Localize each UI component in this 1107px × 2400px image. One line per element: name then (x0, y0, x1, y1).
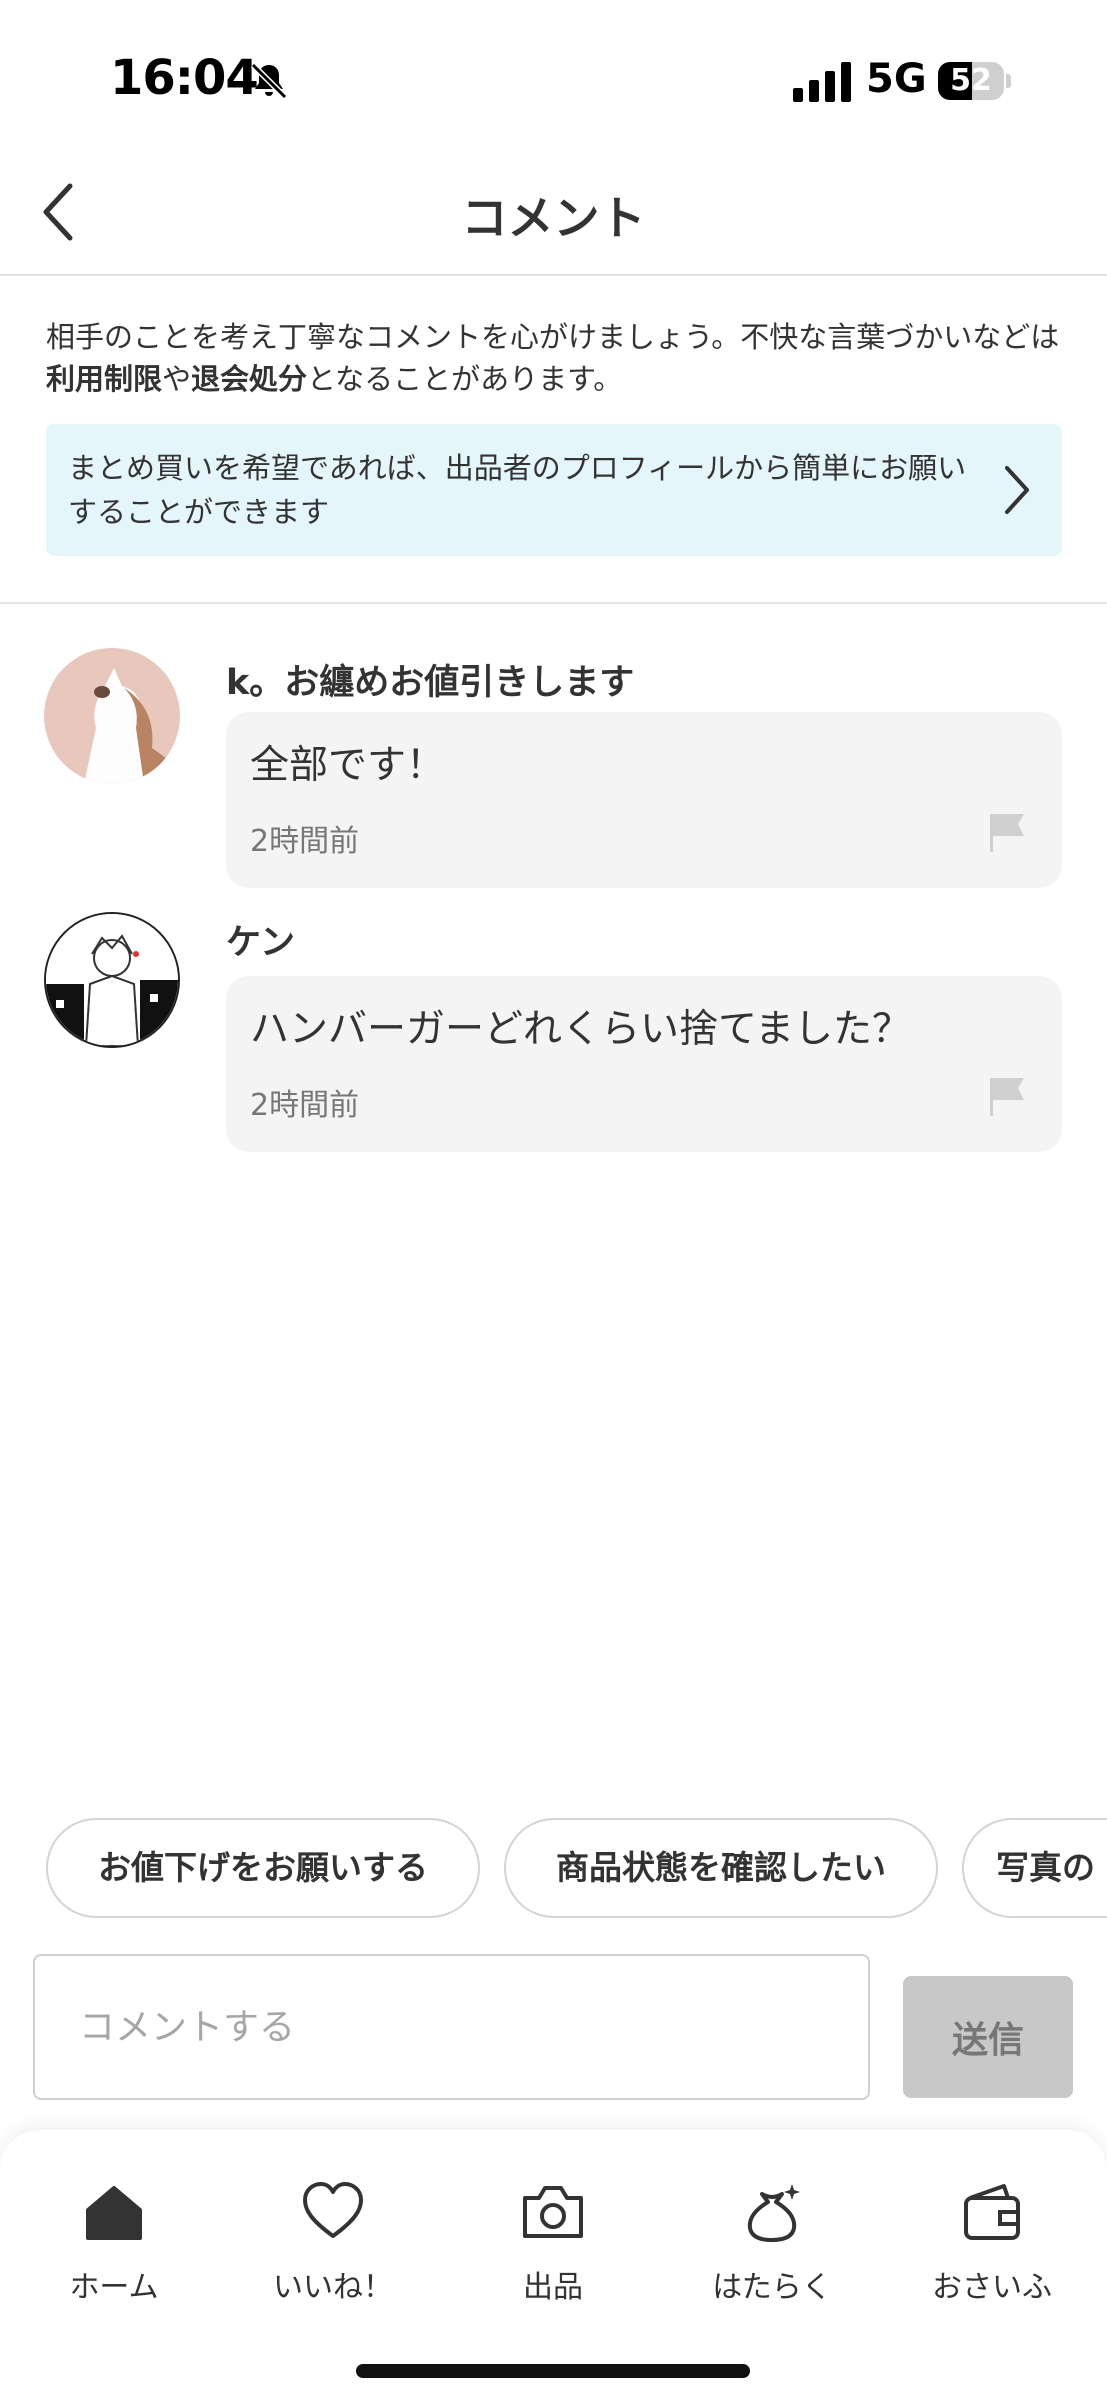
notice-bold-usage-restriction: 利用制限 (46, 362, 163, 396)
status-time: 16:04 (110, 50, 259, 106)
nav-label: 出品 (523, 2270, 583, 2305)
notice-text-2: や (162, 362, 192, 396)
notice-bold-withdrawal: 退会処分 (191, 362, 308, 396)
battery-percent: 52 (950, 63, 992, 98)
battery-icon: 52 (938, 62, 1011, 100)
notice-text-1: 相手のことを考え丁寧なコメントを心がけましょう。不快な言葉づかいなどは (46, 320, 1060, 354)
send-button[interactable]: 送信 (903, 1976, 1073, 2098)
money-bag-icon (747, 2184, 800, 2242)
comment-guideline-notice: 相手のことを考え丁寧なコメントを心がけましょう。不快な言葉づかいなどは利用制限や… (46, 316, 1066, 400)
wallet-icon (964, 2184, 1020, 2240)
camera-icon (523, 2186, 583, 2238)
comment-text: ハンバーガーどれくらい捨てました？ (250, 1007, 912, 1052)
comment-item: ケン ハンバーガーどれくらい捨てました？ 2時間前 (0, 912, 1107, 1162)
bell-slash-icon (250, 62, 288, 100)
comment-item: k。お纏めお値引きします 全部です！ 2時間前 (0, 648, 1107, 898)
flag-icon[interactable] (990, 812, 1024, 852)
comment-bubble: 全部です！ 2時間前 (226, 712, 1062, 888)
nav-label: ホーム (69, 2270, 159, 2305)
comment-author[interactable]: ケン (226, 914, 295, 965)
chevron-right-icon (1005, 466, 1029, 514)
page-title: コメント (461, 191, 646, 245)
nav-label: はたらく (712, 2270, 832, 2305)
quick-reply-chip[interactable]: 写真の (962, 1818, 1107, 1918)
nav-label: いいね！ (273, 2270, 393, 2305)
heart-icon (303, 2182, 363, 2238)
home-icon (86, 2186, 142, 2240)
comment-input[interactable] (33, 1954, 870, 2100)
comment-author[interactable]: k。お纏めお値引きします (226, 654, 634, 705)
cat-avatar[interactable] (44, 648, 180, 784)
illustration-avatar[interactable] (44, 912, 180, 1048)
header: コメント (0, 150, 1107, 276)
notice-text-3: となることがあります。 (307, 362, 623, 396)
nav-item-sell[interactable]: 出品 (453, 2180, 653, 2310)
comment-text: 全部です！ (250, 743, 446, 788)
comment-bubble: ハンバーガーどれくらい捨てました？ 2時間前 (226, 976, 1062, 1152)
comment-time: 2時間前 (250, 824, 360, 859)
nav-item-work[interactable]: はたらく (672, 2180, 872, 2310)
divider (0, 602, 1107, 604)
quick-reply-chip[interactable]: お値下げをお願いする (46, 1818, 480, 1918)
nav-label: おさいふ (932, 2270, 1052, 2305)
comment-time: 2時間前 (250, 1088, 360, 1123)
bulk-purchase-banner[interactable]: まとめ買いを希望であれば、出品者のプロフィールから簡単にお願いすることができます (46, 424, 1062, 556)
status-bar: 16:04 5G 52 (0, 0, 1107, 150)
bulk-banner-text: まとめ買いを希望であれば、出品者のプロフィールから簡単にお願いすることができます (68, 451, 967, 529)
bottom-nav: ホーム いいね！ 出品 はたらく おさいふ (0, 2130, 1107, 2400)
nav-item-likes[interactable]: いいね！ (233, 2180, 433, 2310)
home-indicator (356, 2364, 750, 2378)
network-label: 5G (866, 56, 927, 102)
flag-icon[interactable] (990, 1076, 1024, 1116)
nav-item-wallet[interactable]: おさいふ (892, 2180, 1092, 2310)
nav-item-home[interactable]: ホーム (14, 2180, 214, 2310)
signal-icon (793, 62, 851, 102)
quick-reply-chip[interactable]: 商品状態を確認したい (504, 1818, 938, 1918)
